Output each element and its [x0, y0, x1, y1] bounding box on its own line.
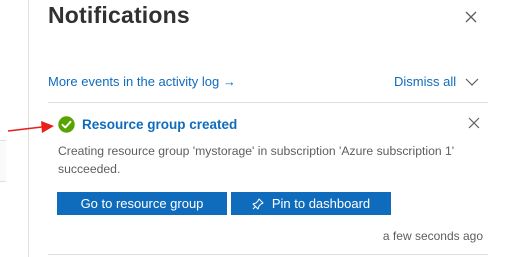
background-page-strip	[0, 0, 29, 257]
pin-to-dashboard-button[interactable]: Pin to dashboard	[231, 192, 391, 215]
close-icon[interactable]	[462, 8, 480, 26]
divider	[48, 254, 488, 255]
pin-icon	[252, 198, 264, 209]
activity-log-link[interactable]: More events in the activity log →	[48, 74, 236, 89]
notification-description: Creating resource group 'mystorage' in s…	[58, 144, 455, 176]
close-icon[interactable]	[467, 116, 481, 130]
chevron-down-icon	[465, 78, 479, 86]
dismiss-all-button[interactable]: Dismiss all	[394, 74, 479, 89]
dismiss-all-label: Dismiss all	[394, 74, 457, 89]
background-tab	[0, 140, 6, 182]
notification-timestamp: a few seconds ago	[382, 229, 483, 243]
go-to-resource-group-button[interactable]: Go to resource group	[57, 192, 227, 215]
divider	[48, 102, 488, 103]
pin-to-dashboard-label: Pin to dashboard	[271, 196, 371, 211]
notifications-panel: Notifications More events in the activit…	[30, 0, 507, 257]
notification-header: Resource group created	[58, 116, 237, 133]
page-title: Notifications	[48, 2, 190, 28]
success-check-icon	[58, 116, 75, 133]
go-to-resource-group-label: Go to resource group	[80, 196, 204, 211]
panel-edge-divider	[28, 0, 29, 257]
notification-title[interactable]: Resource group created	[82, 117, 237, 132]
